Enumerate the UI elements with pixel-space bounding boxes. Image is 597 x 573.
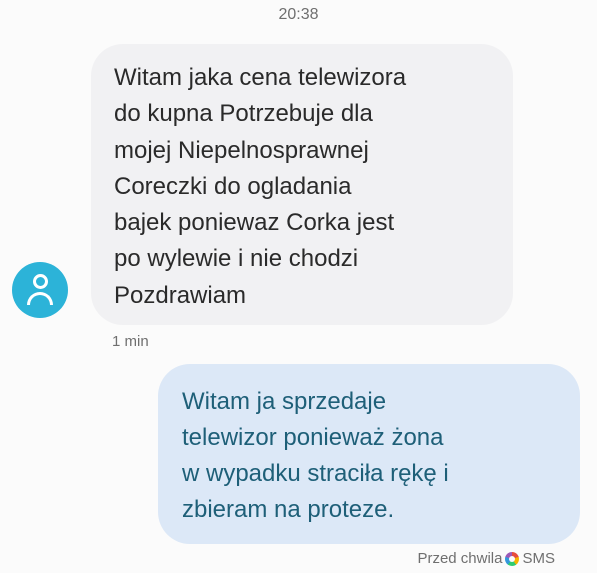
outgoing-message-bubble[interactable]: Witam ja sprzedaje telewizor ponieważ żo… (158, 364, 580, 544)
rcs-status-icon (505, 551, 520, 566)
conversation-timestamp: 20:38 (278, 6, 319, 23)
avatar-shoulders-shape (27, 292, 53, 305)
conversation-view: 20:38 Witam jaka cena telewizora do kupn… (0, 0, 597, 573)
outgoing-message-meta: Przed chwila SMS (417, 550, 555, 567)
outgoing-message-time: Przed chwila (417, 550, 503, 567)
avatar-head-shape (33, 274, 48, 289)
incoming-message-bubble[interactable]: Witam jaka cena telewizora do kupna Potr… (91, 44, 513, 325)
message-channel-label: SMS (522, 550, 555, 567)
incoming-message-time: 1 min (112, 333, 149, 350)
incoming-message-text: Witam jaka cena telewizora do kupna Potr… (114, 64, 407, 309)
outgoing-message-text: Witam ja sprzedaje telewizor ponieważ żo… (182, 388, 449, 523)
contact-avatar-icon[interactable] (12, 262, 68, 318)
